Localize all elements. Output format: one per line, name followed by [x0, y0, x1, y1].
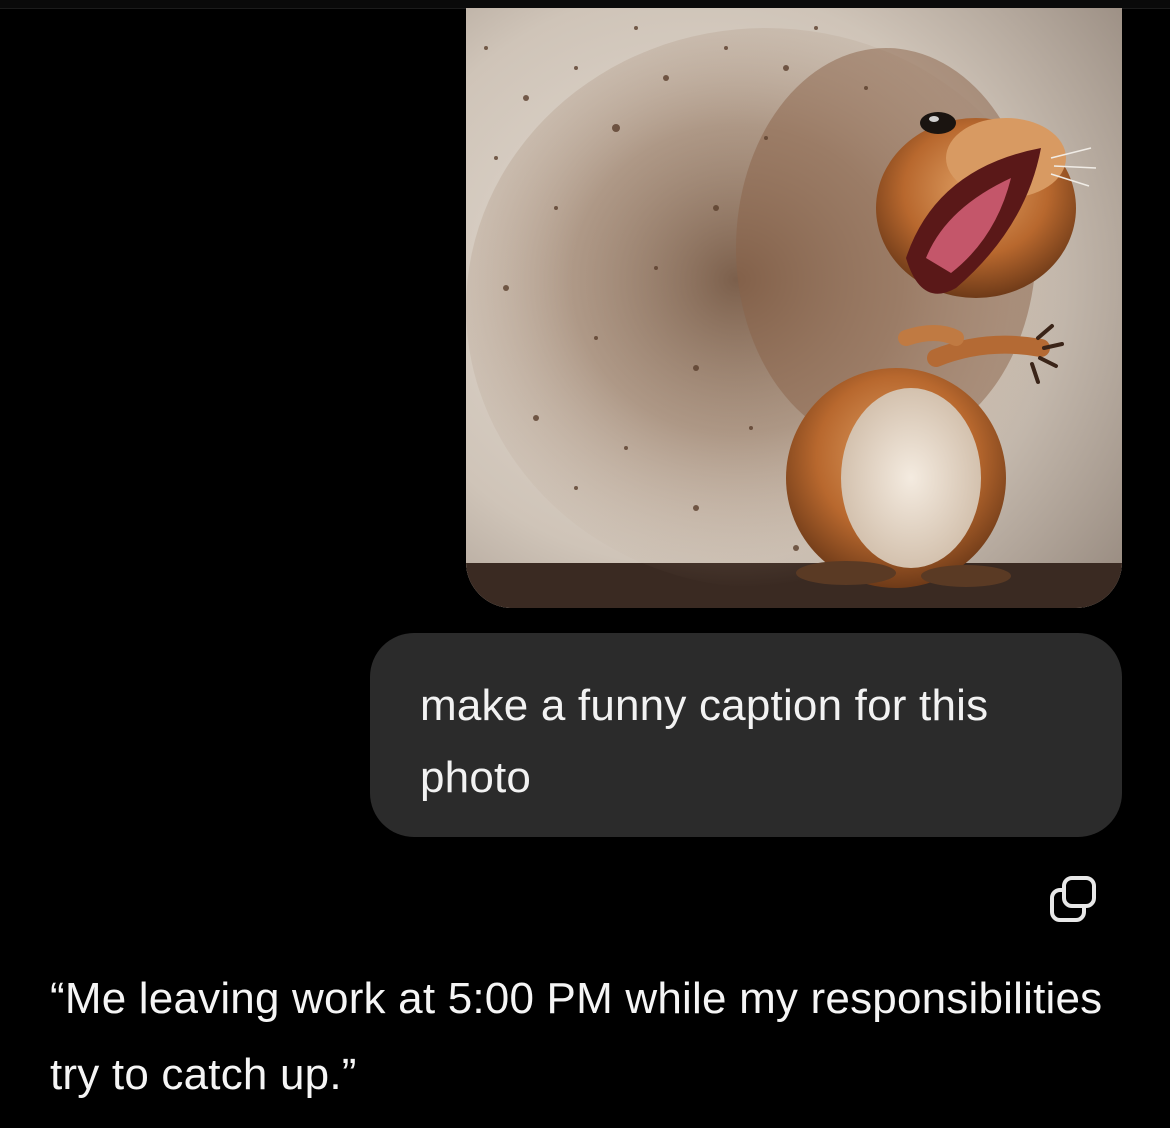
copy-button[interactable] — [1046, 872, 1102, 924]
copy-icon — [1050, 876, 1096, 922]
user-message-bubble: make a funny caption for this photo — [370, 633, 1122, 837]
user-message-text: make a funny caption for this photo — [420, 681, 989, 802]
assistant-reply-text: “Me leaving work at 5:00 PM while my res… — [50, 974, 1103, 1099]
squirrel-photo-icon — [466, 8, 1122, 608]
attached-photo[interactable] — [466, 8, 1122, 608]
